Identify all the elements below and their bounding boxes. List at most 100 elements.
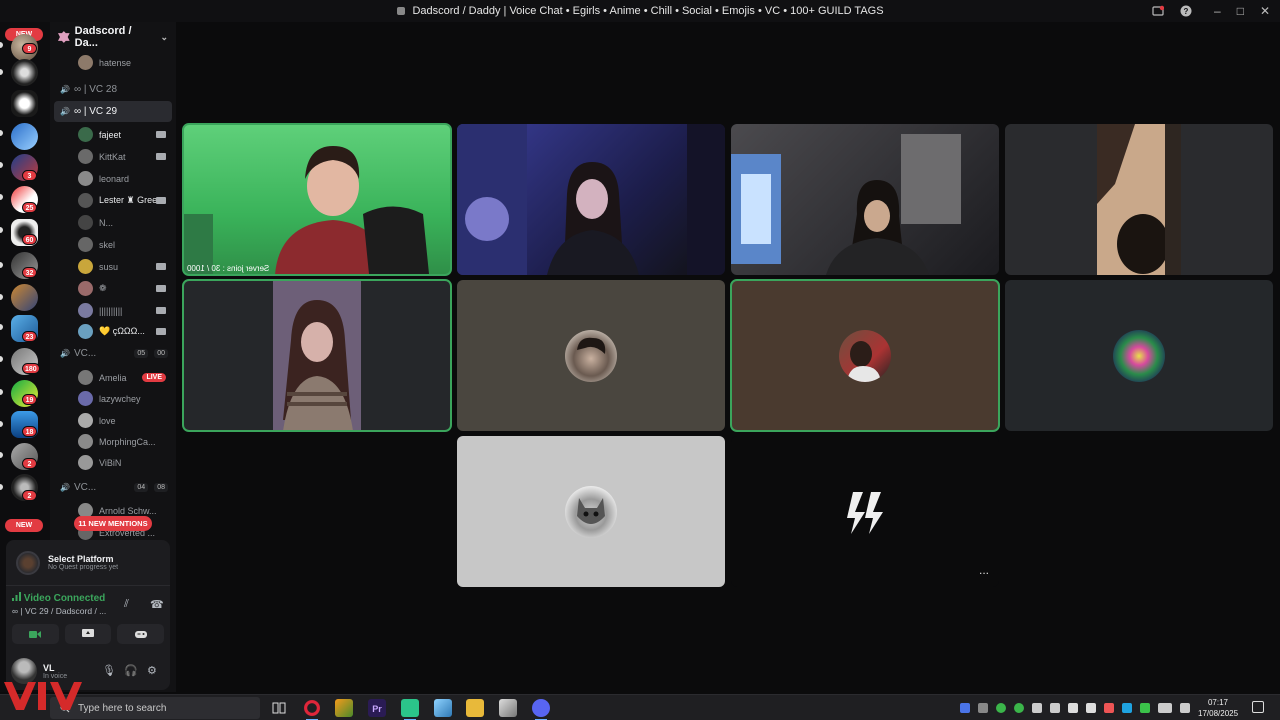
avatar: [565, 485, 617, 538]
unread-dot: [0, 227, 3, 233]
tray-icon[interactable]: [1122, 703, 1132, 713]
voice-member[interactable]: 💛 çΩΩΩ...: [50, 321, 176, 342]
settings-gear-icon[interactable]: ⚙: [147, 664, 157, 677]
disconnect-icon[interactable]: ☎: [150, 598, 164, 611]
app-icon-green[interactable]: [401, 699, 419, 720]
voice-channel-link[interactable]: ∞ | VC 29 / Dadscord / ...: [12, 606, 164, 616]
tray-icon[interactable]: [978, 703, 988, 713]
noise-suppression-icon[interactable]: ⫽: [124, 598, 129, 611]
task-view-icon[interactable]: [270, 699, 288, 717]
voice-member[interactable]: N...: [50, 212, 176, 233]
voice-member[interactable]: KittKat: [50, 146, 176, 167]
voice-member[interactable]: hatense: [50, 52, 176, 73]
keyboard-icon[interactable]: [1158, 703, 1172, 713]
notification-icon[interactable]: [1252, 701, 1264, 713]
volume-icon[interactable]: [1180, 703, 1190, 713]
avatar: [78, 434, 93, 449]
unread-dot: [0, 356, 3, 362]
voice-member[interactable]: susu: [50, 256, 176, 277]
unread-dot: [0, 452, 3, 458]
voice-status: Video Connected: [12, 592, 164, 604]
voice-member[interactable]: skel: [50, 234, 176, 255]
video-tile-7[interactable]: [730, 279, 1000, 432]
browser-app-icon[interactable]: [335, 699, 353, 717]
tray-icon[interactable]: [1014, 703, 1024, 713]
tray-icon[interactable]: [996, 703, 1006, 713]
video-tile-10[interactable]: [731, 436, 999, 587]
more-options-icon[interactable]: ...: [974, 564, 994, 579]
voice-channel[interactable]: 🔊 ∞ | VC 28: [50, 79, 176, 100]
voice-channel[interactable]: 🔊 ∞ | VC 29: [54, 101, 172, 122]
video-tile-5[interactable]: [182, 279, 452, 432]
voice-member[interactable]: MorphingCa...: [50, 431, 176, 452]
inbox-icon[interactable]: [1152, 5, 1164, 17]
server-icon-dadscord[interactable]: [11, 90, 38, 117]
headphones-icon[interactable]: 🎧: [124, 664, 138, 677]
microphone-icon[interactable]: 🎙: [102, 664, 116, 677]
avatar: [78, 215, 93, 230]
activity-button[interactable]: [117, 624, 165, 644]
tray-icon[interactable]: [960, 703, 970, 713]
mention-badge: 9: [22, 43, 37, 54]
help-icon[interactable]: ?: [1180, 5, 1192, 17]
voice-member[interactable]: ViBiN: [50, 452, 176, 473]
clock[interactable]: 07:17 17/08/2025: [1198, 697, 1238, 719]
avatar: [1113, 329, 1165, 382]
new-unread-pill-bottom[interactable]: NEW: [5, 519, 43, 532]
new-mentions-pill[interactable]: 11 NEW MENTIONS: [74, 516, 152, 531]
camera-button[interactable]: [12, 624, 59, 644]
server-header[interactable]: Dadscord / Da... ⌄: [50, 22, 176, 52]
opera-gx-icon[interactable]: [303, 699, 321, 720]
server-icon-2[interactable]: [11, 59, 38, 86]
server-name: Dadscord / Da...: [74, 25, 132, 49]
tray-icon[interactable]: [1068, 703, 1078, 713]
video-tile-9[interactable]: [457, 436, 725, 587]
quest-widget[interactable]: Select Platform No Quest progress yet: [6, 540, 170, 586]
window-title: Dadscord / Daddy | Voice Chat • Egirls •…: [412, 5, 884, 17]
voice-member[interactable]: Lester ♜ Gree...: [50, 190, 176, 211]
video-tile-2[interactable]: [457, 124, 725, 275]
voice-member[interactable]: leonard: [50, 168, 176, 189]
discord-taskbar-icon[interactable]: [532, 699, 550, 720]
video-tile-1[interactable]: Server joins : 30 / 1000: [182, 123, 452, 276]
user-count-badge: 00: [154, 349, 168, 358]
video-tile-4[interactable]: [1005, 124, 1273, 275]
chevron-down-icon[interactable]: ⌄: [160, 32, 168, 43]
signal-icon: [12, 592, 21, 601]
tray-icon[interactable]: [1104, 703, 1114, 713]
time: 07:17: [1207, 698, 1229, 707]
server-icon-8[interactable]: [11, 284, 38, 311]
date: 17/08/2025: [1198, 709, 1239, 718]
user-count-badge: 04: [134, 483, 149, 492]
member-name: ViBiN: [99, 457, 122, 468]
video-tile-8[interactable]: [1005, 280, 1273, 431]
close-icon[interactable]: ✕: [1260, 4, 1270, 18]
voice-member[interactable]: Amelia LIVE: [50, 367, 176, 388]
server-icon-3[interactable]: [11, 123, 38, 150]
wifi-icon[interactable]: [1086, 703, 1096, 713]
maximize-icon[interactable]: □: [1237, 4, 1244, 18]
voice-channel[interactable]: 🔊 VC... 05 00: [50, 343, 176, 364]
voice-member[interactable]: fajeet: [50, 124, 176, 145]
file-explorer-icon[interactable]: [466, 699, 484, 717]
mention-badge: 60: [22, 234, 37, 245]
voice-member[interactable]: lazywchey: [50, 388, 176, 409]
microphone-tray-icon[interactable]: [1050, 703, 1060, 713]
avatar: [78, 455, 93, 470]
tray-icon[interactable]: [1032, 703, 1042, 713]
app-icon-gray[interactable]: [499, 699, 517, 717]
unread-dot: [0, 294, 3, 300]
screen-share-button[interactable]: [64, 624, 112, 644]
tray-icon[interactable]: [1140, 703, 1150, 713]
voice-member[interactable]: love: [50, 410, 176, 431]
app-icon-blue[interactable]: [434, 699, 452, 717]
avatar: [78, 370, 93, 385]
voice-channel[interactable]: 🔊 VC... 04 08: [50, 477, 176, 498]
minimize-icon[interactable]: –: [1214, 4, 1221, 18]
premiere-icon[interactable]: Pr: [368, 699, 386, 717]
voice-member[interactable]: ❁: [50, 278, 176, 299]
video-tile-6[interactable]: [457, 280, 725, 431]
voice-member[interactable]: ||||||||||: [50, 300, 176, 321]
video-tile-3[interactable]: [731, 124, 999, 275]
member-name: skel: [99, 239, 116, 250]
